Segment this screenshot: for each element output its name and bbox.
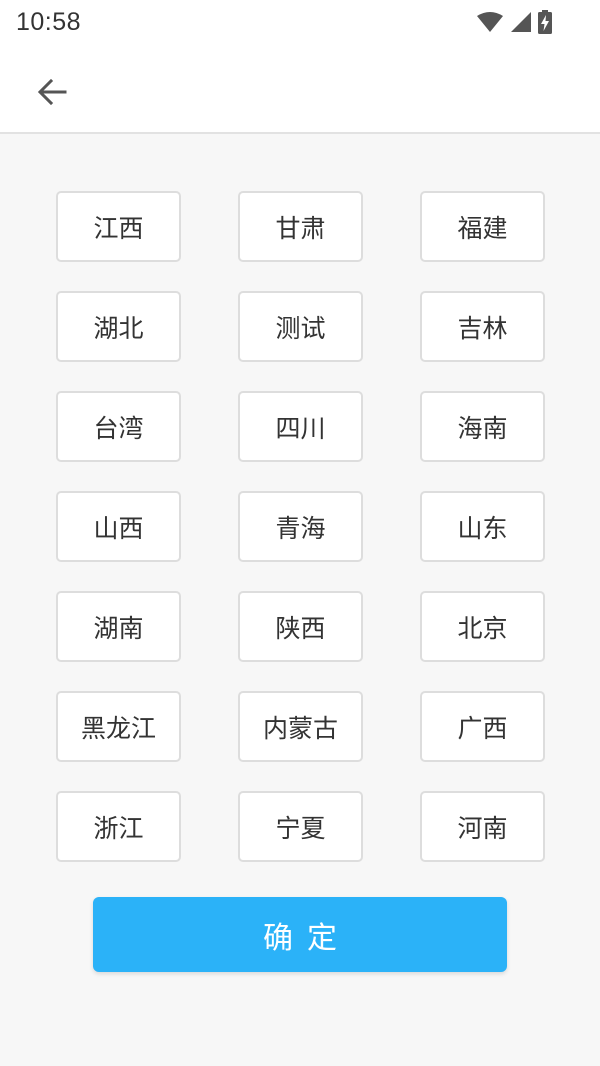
province-button[interactable]: 山东 <box>420 491 545 562</box>
province-button[interactable]: 山西 <box>56 491 181 562</box>
province-button[interactable]: 湖南 <box>56 591 181 662</box>
back-button[interactable] <box>30 70 74 114</box>
province-button[interactable]: 北京 <box>420 591 545 662</box>
status-time: 10:58 <box>16 8 82 36</box>
province-button[interactable]: 台湾 <box>56 391 181 462</box>
province-button[interactable]: 福建 <box>420 191 545 262</box>
cellular-signal-icon <box>511 12 531 32</box>
wifi-icon <box>477 12 503 32</box>
province-button[interactable]: 四川 <box>238 391 363 462</box>
province-button[interactable]: 江西 <box>56 191 181 262</box>
toolbar <box>0 48 600 134</box>
province-button[interactable]: 宁夏 <box>238 791 363 862</box>
province-button[interactable]: 湖北 <box>56 291 181 362</box>
province-grid: 江西 甘肃 福建 湖北 测试 吉林 台湾 四川 海南 山西 青海 山东 湖南 陕… <box>56 191 545 862</box>
status-icons <box>476 8 552 36</box>
province-button[interactable]: 陕西 <box>238 591 363 662</box>
province-button[interactable]: 海南 <box>420 391 545 462</box>
province-button[interactable]: 青海 <box>238 491 363 562</box>
status-bar: 10:58 <box>0 0 600 48</box>
province-button[interactable]: 浙江 <box>56 791 181 862</box>
province-button[interactable]: 甘肃 <box>238 191 363 262</box>
battery-charging-icon <box>538 10 552 34</box>
province-button[interactable]: 内蒙古 <box>238 691 363 762</box>
province-button[interactable]: 广西 <box>420 691 545 762</box>
province-button[interactable]: 吉林 <box>420 291 545 362</box>
arrow-left-icon <box>37 78 67 106</box>
confirm-button[interactable]: 确定 <box>93 897 507 972</box>
province-button[interactable]: 测试 <box>238 291 363 362</box>
province-button[interactable]: 黑龙江 <box>56 691 181 762</box>
province-button[interactable]: 河南 <box>420 791 545 862</box>
